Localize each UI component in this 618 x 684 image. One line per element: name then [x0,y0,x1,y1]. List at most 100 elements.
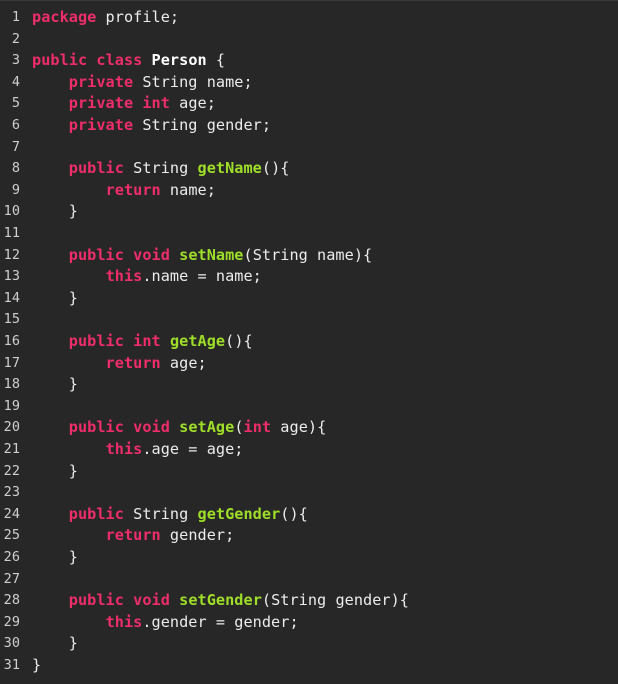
keyword-token: public [68,504,124,523]
keyword-token: this [105,440,143,458]
code-text-token: (){ [280,504,308,523]
function-name-token: getName [197,159,262,178]
line-number: 15 [3,311,20,328]
keyword-token: private [68,116,134,134]
class-name-token: Person [151,51,207,70]
code-text-token: age; [160,353,207,372]
code-content: } [32,547,78,569]
line-number: 19 [3,397,20,414]
keyword-token: return [105,526,161,545]
code-text-token: gender; [160,526,235,545]
line-number: 25 [3,527,20,544]
code-text-token: String gender; [133,116,272,134]
keyword-token: private [68,72,134,91]
code-text-token: } [32,288,78,307]
keyword-token: public [68,418,124,437]
line-number: 5 [11,95,20,112]
editor-top-border [0,0,618,1]
code-text-token: .gender = gender; [142,612,299,631]
line-number: 8 [11,160,20,177]
code-content: } [32,288,78,310]
function-name-token: getGender [197,504,281,523]
line-number: 16 [3,333,20,349]
code-content: } [32,374,78,396]
code-content: public void setGender(String gender){ [32,590,409,612]
line-number: 13 [3,268,20,285]
code-text-token: age){ [271,418,327,437]
line-number: 29 [3,613,20,630]
code-text-token: (String name){ [243,245,373,264]
code-content: public String getName(){ [32,158,290,180]
code-editor[interactable]: 1 package profile; 2 3 public class Person {… [0,0,618,684]
line-number: 17 [3,354,20,371]
line-number: 7 [11,138,20,155]
code-content: private int age; [32,93,216,115]
code-content: private String name; [32,72,253,94]
code-content: this.age = age; [32,439,244,461]
keyword-token: private [68,94,134,113]
line-number: 31 [3,657,20,673]
code-content: return name; [32,180,216,202]
line-number: 14 [3,289,20,306]
function-name-token: getAge [169,332,226,350]
code-text-token: name; [160,180,216,199]
keyword-token: return [105,353,161,372]
keyword-token: public [68,159,124,178]
line-number: 21 [3,441,20,457]
code-text-token: { [206,51,226,70]
code-content: this.gender = gender; [32,612,299,634]
keyword-token: void [133,245,170,264]
code-text-token: profile; [96,8,180,26]
code-content: package profile; [32,7,179,29]
code-text-token: String name; [133,72,253,91]
line-number: 24 [3,505,20,522]
line-number: 2 [11,30,20,47]
line-number: 10 [3,203,20,220]
keyword-token: this [105,267,143,286]
line-number: 26 [3,549,20,565]
code-content: return gender; [32,525,235,547]
code-text-token: ( [234,418,244,437]
code-text-token: } [32,461,78,480]
keyword-token: return [105,180,161,199]
keyword-token: int [133,332,161,350]
keyword-token: int [142,94,170,113]
code-text-token: String [123,159,198,178]
keyword-token: void [133,418,170,437]
line-number: 9 [11,181,20,198]
line-number: 1 [11,9,20,25]
code-content: public class Person { [32,50,225,72]
line-number: 23 [3,484,20,501]
keyword-token: this [105,612,143,631]
line-number: 30 [3,635,20,652]
code-content: public void setName(String name){ [32,245,372,267]
keyword-token: public [68,245,124,264]
line-number: 3 [11,52,20,69]
line-number: 20 [3,419,20,436]
code-content: } [32,633,78,655]
code-content: public void setAge(int age){ [32,417,326,439]
keyword-token: void [133,591,170,610]
keyword-token: class [96,51,143,70]
code-content: } [32,201,78,223]
code-content: private String gender; [32,115,271,137]
code-content: public String getGender(){ [32,504,308,526]
keyword-token: public [68,332,124,350]
function-name-token: setGender [179,591,262,610]
code-text-token: } [32,634,78,653]
line-number: 11 [3,225,20,241]
